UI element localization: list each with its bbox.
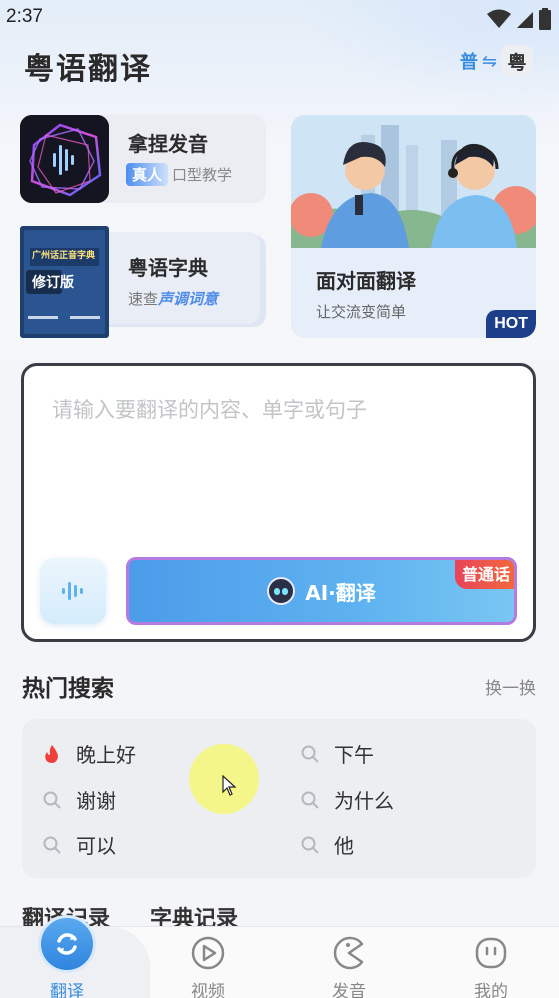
nav-label: 翻译 <box>50 982 84 998</box>
real-person-badge: 真人 <box>126 163 169 186</box>
robot-icon <box>267 577 296 605</box>
pronunciation-subtitle-text: 口型教学 <box>172 166 233 184</box>
pronunciation-card[interactable]: 拿捏发音 真人 口型教学 <box>20 115 266 203</box>
hot-search-label: 晚上好 <box>76 743 136 767</box>
face-to-face-card[interactable]: 面对面翻译 让交流变简单 HOT <box>291 115 536 338</box>
voice-input-button[interactable] <box>40 558 106 624</box>
hot-search-item[interactable]: 他 <box>300 830 354 859</box>
search-icon <box>301 745 319 763</box>
hot-search-label: 为什么 <box>334 789 394 813</box>
wifi-icon <box>487 9 511 28</box>
book-title: 广州话正音字典 <box>32 251 96 261</box>
refresh-button[interactable]: 换一换 <box>485 674 536 699</box>
hot-search-label: 他 <box>334 834 354 858</box>
translation-input-box: AI·翻译 普通话 <box>21 363 536 642</box>
hot-search-label: 谢谢 <box>76 789 116 813</box>
page-title: 粤语翻译 <box>24 52 152 87</box>
nav-label: 视频 <box>191 982 225 998</box>
hot-search-item[interactable]: 为什么 <box>300 785 394 814</box>
hot-search-title: 热门搜索 <box>22 676 114 702</box>
search-icon <box>301 791 319 809</box>
status-time: 2:37 <box>6 6 43 27</box>
translation-input[interactable] <box>52 398 502 422</box>
face-icon <box>475 937 507 969</box>
nav-pronunciation[interactable]: 发音 <box>299 927 399 998</box>
search-icon <box>301 836 319 854</box>
dictionary-book-image: 广州话正音字典 修订版 <box>20 226 109 338</box>
hot-search-item[interactable]: 晚上好 <box>42 739 136 768</box>
hot-search-item[interactable]: 可以 <box>42 830 116 859</box>
book-edition: 修订版 <box>32 275 74 291</box>
search-icon <box>43 791 61 809</box>
nav-video[interactable]: 视频 <box>158 927 258 998</box>
language-switch-button[interactable]: 普 ⇋ 粤 <box>460 45 533 77</box>
target-language-label: 粤 <box>501 45 533 77</box>
face-to-face-subtitle: 让交流变简单 <box>316 303 407 321</box>
mouse-cursor-icon <box>222 775 237 796</box>
nav-translate[interactable]: 翻译 <box>17 915 117 998</box>
bottom-navigation: 翻译 视频 发音 我的 <box>0 915 559 998</box>
source-language-tag: 普通话 <box>454 560 514 589</box>
hot-search-item[interactable]: 谢谢 <box>42 785 116 814</box>
nav-label: 发音 <box>332 982 366 998</box>
battery-icon <box>539 8 551 30</box>
history-tabs: 翻译记录 字典记录 <box>22 906 542 926</box>
dictionary-subtitle-prefix: 速查 <box>128 290 159 308</box>
ai-translate-label: AI·翻译 <box>305 580 376 605</box>
refresh-icon <box>38 915 96 973</box>
hot-search-item[interactable]: 下午 <box>300 739 374 768</box>
status-bar: 2:37 <box>0 0 559 36</box>
hot-search-panel: 晚上好 下午 谢谢 为什么 可以 他 <box>22 719 536 878</box>
nav-label: 我的 <box>474 982 508 998</box>
tab-dictionary-history[interactable]: 字典记录 <box>150 906 238 926</box>
pronunciation-subtitle: 真人 口型教学 <box>126 163 232 186</box>
dictionary-subtitle-emphasis: 声调词意 <box>158 290 219 308</box>
dictionary-subtitle: 速查声调词意 <box>128 288 218 309</box>
face-to-face-title: 面对面翻译 <box>316 269 416 293</box>
pacman-icon <box>333 936 364 970</box>
status-icons <box>487 8 551 30</box>
dictionary-title: 粤语字典 <box>128 256 208 280</box>
sound-wave-icon <box>62 582 83 600</box>
swap-arrows-icon: ⇋ <box>481 50 497 72</box>
signal-icon <box>517 12 533 28</box>
search-icon <box>43 836 61 854</box>
conversation-illustration <box>291 115 536 248</box>
play-icon <box>191 936 225 970</box>
source-language-label: 普 <box>459 52 478 73</box>
hot-search-label: 下午 <box>334 743 374 767</box>
flame-icon <box>45 744 58 763</box>
sound-wave-thumbnail <box>20 115 109 203</box>
pronunciation-title: 拿捏发音 <box>128 132 208 156</box>
hot-badge: HOT <box>486 310 536 338</box>
nav-profile[interactable]: 我的 <box>441 927 541 998</box>
hot-search-label: 可以 <box>76 834 116 858</box>
ai-translate-button[interactable]: AI·翻译 普通话 <box>126 557 517 625</box>
